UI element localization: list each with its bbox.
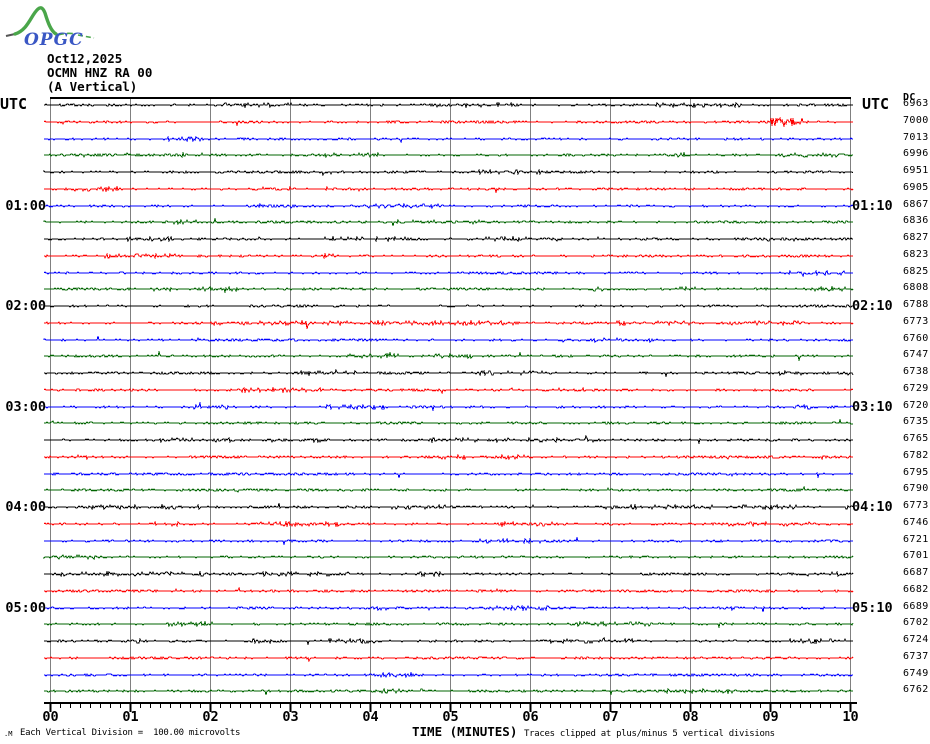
x-axis-tick-label: 03	[282, 709, 299, 725]
utc-time-label-right: 04:10	[852, 499, 893, 515]
dc-value: 6808	[903, 282, 929, 293]
dc-value: 6773	[903, 500, 929, 511]
trace-row	[44, 604, 853, 613]
trace-row	[44, 101, 853, 109]
dc-value: 6682	[903, 584, 929, 595]
helicorder-plot	[43, 97, 857, 712]
x-axis-tick-label: 00	[42, 709, 59, 725]
dc-value: 6702	[903, 617, 929, 628]
trace-row	[43, 520, 853, 528]
dc-value: 6825	[903, 266, 929, 277]
dc-value: 6963	[903, 98, 929, 109]
utc-time-label-right: 03:10	[852, 399, 893, 415]
trace-row	[43, 168, 854, 177]
x-axis-tick-label: 01	[122, 709, 139, 725]
utc-time-label-left: 03:00	[5, 399, 46, 415]
x-axis-tick-label: 02	[202, 709, 219, 725]
dc-value: 6687	[903, 567, 929, 578]
dc-value: 6836	[903, 215, 929, 226]
dc-value: 6735	[903, 416, 929, 427]
trace-row	[44, 502, 854, 511]
dc-value: 7000	[903, 115, 929, 126]
x-axis-title: TIME (MINUTES)	[412, 724, 518, 739]
scale-note: Each Vertical Division = 100.00 microvol…	[20, 728, 241, 738]
trace-row	[44, 620, 854, 629]
footer-mark: .M	[4, 730, 13, 738]
trace-row	[43, 386, 854, 395]
dc-value: 6737	[903, 651, 929, 662]
trace-row	[44, 485, 853, 493]
trace-row	[44, 319, 854, 330]
trace-row	[44, 252, 853, 260]
trace-row	[44, 303, 853, 308]
dc-value: 6749	[903, 668, 929, 679]
trace-row	[44, 418, 853, 426]
x-axis-tick-label: 05	[442, 709, 459, 725]
dc-value: 6729	[903, 383, 929, 394]
trace-row	[44, 434, 853, 445]
utc-time-label-left: 02:00	[5, 298, 46, 314]
dc-value: 6823	[903, 249, 929, 260]
trace-row	[43, 116, 853, 128]
dc-value: 6996	[903, 148, 929, 159]
dc-value: 6765	[903, 433, 929, 444]
dc-value: 6827	[903, 232, 929, 243]
trace-row	[43, 553, 854, 561]
trace-row	[44, 671, 853, 679]
utc-time-label-right: 01:10	[852, 198, 893, 214]
x-axis-tick-label: 04	[362, 709, 379, 725]
trace-row	[44, 687, 853, 696]
x-axis-tick-label: 08	[682, 709, 699, 725]
trace-row	[44, 135, 853, 144]
helicorder-page: OPGC Oct12,2025 OCMN HNZ RA 00 (A Vertic…	[0, 0, 930, 744]
utc-time-label-left: 04:00	[5, 499, 46, 515]
trace-row	[44, 453, 853, 461]
x-axis-tick-label: 06	[522, 709, 539, 725]
trace-row	[43, 335, 853, 343]
utc-time-label-right: 05:10	[852, 600, 893, 616]
trace-row	[44, 401, 854, 412]
trace-row	[44, 350, 853, 362]
dc-value: 6720	[903, 400, 929, 411]
trace-row	[44, 655, 854, 663]
trace-row	[44, 536, 853, 546]
utc-time-label-right: 02:10	[852, 298, 893, 314]
dc-value: 6762	[903, 684, 929, 695]
dc-value: 6721	[903, 534, 929, 545]
trace-row	[44, 586, 854, 594]
trace-row	[44, 151, 853, 159]
utc-time-label-left: 05:00	[5, 600, 46, 616]
trace-row	[43, 269, 853, 278]
dc-value: 6701	[903, 550, 929, 561]
dc-value: 6782	[903, 450, 929, 461]
dc-value: 6951	[903, 165, 929, 176]
clip-note: Traces clipped at plus/minus 5 vertical …	[524, 729, 775, 739]
trace-row	[44, 185, 854, 194]
dc-value: 6788	[903, 299, 929, 310]
trace-row	[44, 570, 854, 578]
dc-value: 6790	[903, 483, 929, 494]
x-axis-tick-label: 09	[762, 709, 779, 725]
dc-value: 6795	[903, 467, 929, 478]
trace-row	[44, 368, 854, 378]
trace-row	[44, 637, 853, 646]
dc-value: 6760	[903, 333, 929, 344]
trace-row	[43, 217, 853, 227]
dc-value: 6867	[903, 199, 929, 210]
trace-row	[44, 285, 854, 294]
trace-row	[44, 471, 853, 479]
x-axis-tick-label: 10	[842, 709, 859, 725]
x-axis-tick-label: 07	[602, 709, 619, 725]
trace-row	[44, 235, 853, 243]
dc-value: 6724	[903, 634, 929, 645]
dc-value: 6746	[903, 517, 929, 528]
dc-value: 6689	[903, 601, 929, 612]
dc-value: 6747	[903, 349, 929, 360]
dc-value: 7013	[903, 132, 929, 143]
trace-row	[44, 202, 854, 210]
dc-value: 6738	[903, 366, 929, 377]
dc-value: 6905	[903, 182, 929, 193]
utc-time-label-left: 01:00	[5, 198, 46, 214]
dc-value: 6773	[903, 316, 929, 327]
